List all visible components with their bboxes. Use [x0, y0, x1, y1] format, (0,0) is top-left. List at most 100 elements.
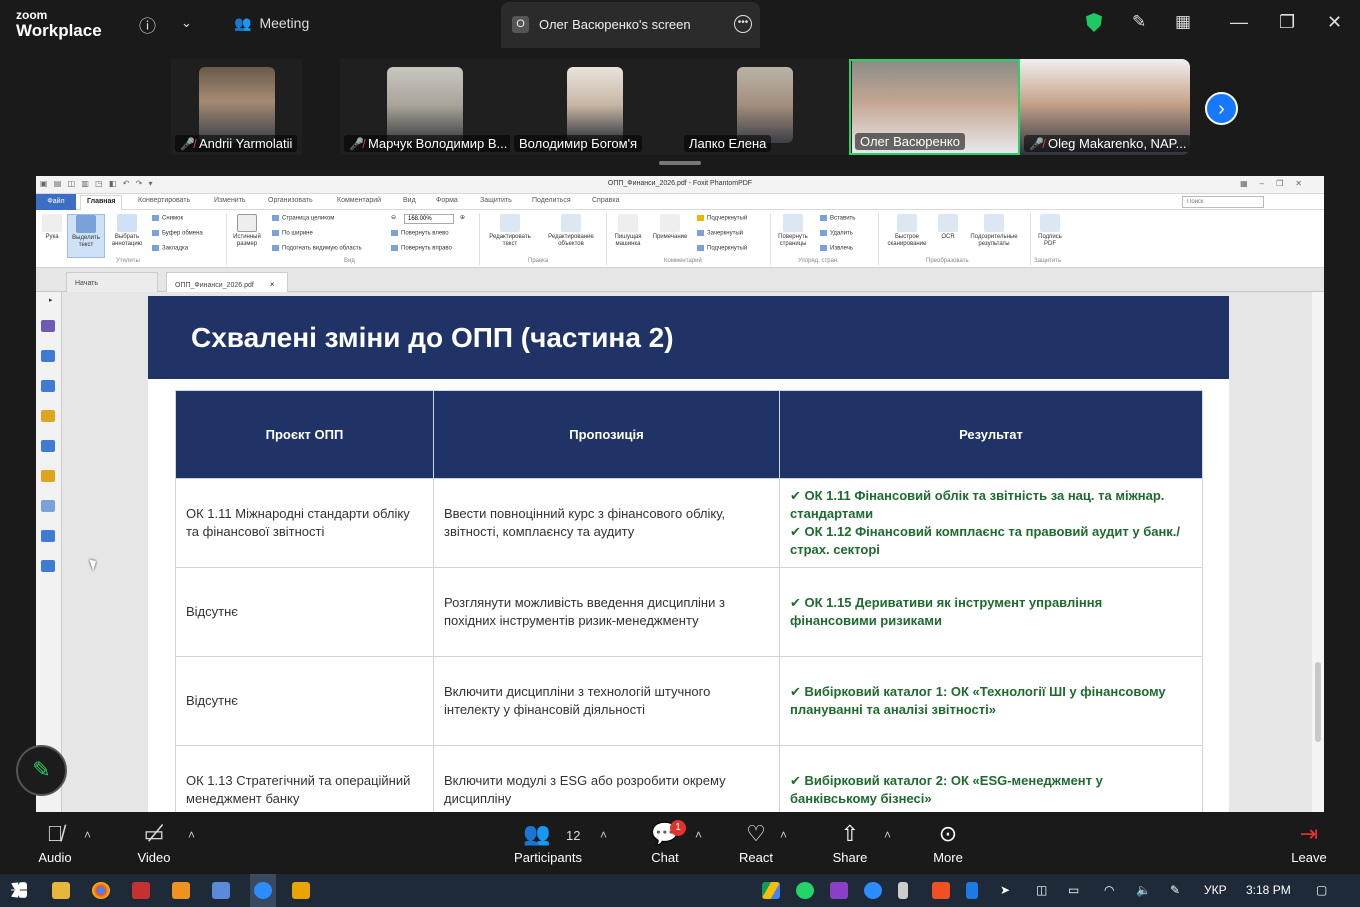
annotate-pen-button[interactable]: ✎	[16, 745, 67, 796]
tab-convert[interactable]: Конвертировать	[138, 197, 190, 204]
search-input[interactable]	[1182, 196, 1264, 208]
tab-protect[interactable]: Защитить	[480, 197, 512, 204]
video-options-caret[interactable]: ˄	[188, 828, 195, 842]
react-options-caret[interactable]: ˄	[780, 828, 787, 842]
tab-share[interactable]: Поделиться	[532, 197, 571, 204]
tab-comment[interactable]: Комментарий	[337, 197, 381, 204]
react-button[interactable]: ♡ React	[737, 820, 775, 865]
tab-start-page[interactable]: Начать	[66, 272, 158, 292]
chat-options-caret[interactable]: ˄	[695, 828, 702, 842]
rotate-pages-button[interactable]: Повернуть страницы	[773, 214, 813, 248]
select-text-button[interactable]: Выделить текст	[67, 214, 105, 258]
more-button[interactable]: ⊙ More	[929, 820, 967, 865]
zoom-taskbar-icon[interactable]	[254, 882, 272, 899]
foxit-taskbar-icon[interactable]	[292, 882, 310, 899]
chrome-icon[interactable]	[92, 882, 110, 899]
ocr-button[interactable]: OCR	[936, 214, 960, 241]
onenote-icon[interactable]	[830, 882, 848, 899]
suspect-results-button[interactable]: Подозрительные результаты	[964, 214, 1024, 248]
bluetooth-icon[interactable]	[966, 882, 978, 899]
participant-tile-active-speaker[interactable]: Олег Васюренко	[849, 59, 1020, 155]
minimize-icon[interactable]: —	[1230, 12, 1248, 33]
pages-icon[interactable]	[41, 320, 55, 332]
app-icon[interactable]	[172, 882, 190, 899]
audio-button[interactable]: 🎙̸ Audio	[34, 820, 76, 865]
strikeout-button[interactable]: Зачеркнутый	[697, 230, 743, 237]
delete-page-button[interactable]: Удалить	[820, 230, 853, 237]
telegram-icon[interactable]: ➤	[1000, 883, 1010, 897]
participant-tile[interactable]: 🎤̸ Andrii Yarmolatii	[171, 59, 302, 155]
google-drive-icon[interactable]	[762, 882, 780, 899]
zoom-in-icon[interactable]: ⊕	[460, 214, 465, 221]
annotate-pencil-icon[interactable]: ✎	[1132, 12, 1146, 32]
battery-icon[interactable]: ▭	[1068, 883, 1079, 897]
volume-icon[interactable]: 🔈	[1136, 883, 1151, 897]
scrollbar-thumb[interactable]	[1315, 662, 1321, 742]
meeting-tab[interactable]: 👥 Meeting	[234, 15, 309, 32]
tab-view[interactable]: Вид	[403, 197, 416, 204]
usb-icon[interactable]	[898, 882, 908, 899]
wifi-icon[interactable]: ◠	[1104, 883, 1114, 897]
leave-button[interactable]: ⇥ Leave	[1289, 820, 1329, 865]
view-layout-icon[interactable]: ▦	[1175, 12, 1191, 32]
app-icon[interactable]	[132, 882, 150, 899]
clock[interactable]: 3:18 PM	[1246, 883, 1291, 897]
tab-file[interactable]: Файл	[36, 194, 76, 210]
signatures-icon[interactable]	[41, 560, 55, 572]
security-shield-icon[interactable]	[1086, 13, 1102, 32]
edit-objects-button[interactable]: Редактирование объектов	[541, 214, 601, 248]
close-tab-icon[interactable]: ×	[270, 280, 275, 289]
file-explorer-icon[interactable]	[52, 882, 70, 899]
shared-screen-tab[interactable]: O Олег Васюренко's screen •••	[501, 2, 760, 48]
bookmarks-icon[interactable]	[41, 380, 55, 392]
tab-home[interactable]: Главная	[80, 195, 123, 210]
participant-tile[interactable]: 🎤̸ Марчук Володимир В...	[340, 59, 510, 155]
document-info-icon[interactable]	[41, 500, 55, 512]
expand-arrow-icon[interactable]: ▸	[49, 296, 53, 304]
restore-icon[interactable]: ❐	[1279, 12, 1295, 33]
foxit-window-controls[interactable]: ▦–❐✕	[1240, 179, 1314, 188]
insert-page-button[interactable]: Вставить	[820, 215, 855, 222]
typewriter-button[interactable]: Пишущая машинка	[610, 214, 646, 248]
zoom-level-field[interactable]: 168.00%	[404, 214, 454, 224]
highlight-button[interactable]: Подчеркнутый	[697, 215, 747, 222]
underline-button[interactable]: Подчеркнутый	[697, 245, 747, 252]
full-page-button[interactable]: Страница целиком	[272, 215, 334, 222]
meeting-tray-icon[interactable]: ◫	[1036, 883, 1047, 897]
bookmark-button[interactable]: Закладка	[152, 245, 188, 252]
extract-page-button[interactable]: Извлечь	[820, 245, 853, 252]
windows-start-icon[interactable]	[11, 882, 27, 898]
zoom-out-icon[interactable]: ⊖	[391, 214, 396, 221]
info-icon[interactable]: ⓘ	[139, 12, 156, 37]
sign-pdf-button[interactable]: Подпись PDF	[1034, 214, 1066, 248]
snapshot-button[interactable]: Снимок	[152, 215, 183, 222]
select-annotation-button[interactable]: Выбрать аннотацию	[108, 214, 146, 248]
tab-edit[interactable]: Изменить	[214, 197, 246, 204]
pen-tray-icon[interactable]: ✎	[1170, 883, 1180, 897]
participant-tile[interactable]: Володимир Богом'я	[510, 59, 680, 155]
layers-icon[interactable]	[41, 350, 55, 362]
next-page-arrow-icon[interactable]: ›	[1205, 92, 1238, 125]
security-lock-icon[interactable]	[41, 470, 55, 482]
notifications-icon[interactable]: ▢	[1316, 883, 1327, 897]
rotate-left-button[interactable]: Повернуть влево	[391, 230, 449, 237]
language-indicator[interactable]: УКР	[1204, 883, 1227, 897]
participant-tile[interactable]: 🎤̸ Oleg Makarenko, NAP...	[1020, 59, 1190, 155]
share-options-caret[interactable]: ˄	[884, 828, 891, 842]
tab-help[interactable]: Справка	[592, 197, 619, 204]
participant-tile[interactable]: Лапко Елена	[680, 59, 850, 155]
fit-width-button[interactable]: По ширине	[272, 230, 313, 237]
tab-organize[interactable]: Организовать	[268, 197, 313, 204]
comments-icon[interactable]	[41, 410, 55, 422]
strip-resize-handle[interactable]	[659, 161, 701, 165]
office-icon[interactable]	[932, 882, 950, 899]
tab-form[interactable]: Форма	[436, 197, 458, 204]
vertical-scrollbar[interactable]	[1312, 292, 1324, 812]
zoom-tray-icon[interactable]	[864, 882, 882, 899]
hand-tool-button[interactable]: Рука	[41, 214, 63, 241]
quick-scan-button[interactable]: Быстрое сканирование	[882, 214, 932, 248]
actual-size-button[interactable]: Истинный размер	[230, 214, 264, 248]
form-fields-icon[interactable]	[41, 530, 55, 542]
more-options-icon[interactable]: •••	[734, 15, 752, 33]
attachments-icon[interactable]	[41, 440, 55, 452]
